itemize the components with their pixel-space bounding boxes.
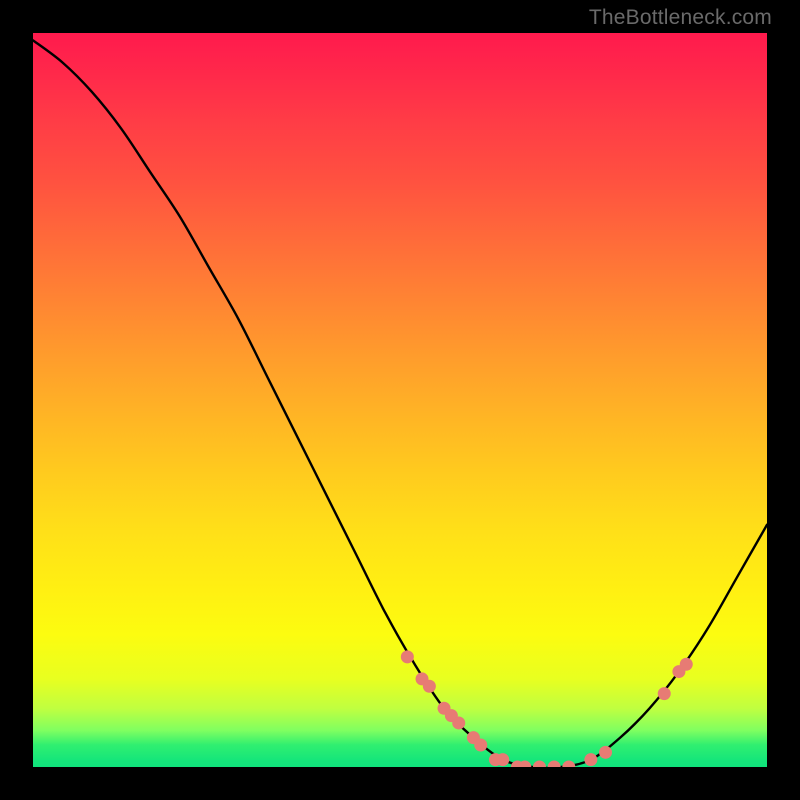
marker-dot <box>548 761 561 768</box>
marker-dot <box>401 650 414 663</box>
marker-dot <box>452 716 465 729</box>
marker-dot <box>584 753 597 766</box>
curve-line <box>33 40 767 767</box>
marker-dot <box>423 680 436 693</box>
marker-dot <box>599 746 612 759</box>
watermark-text: TheBottleneck.com <box>589 6 772 30</box>
chart-container: TheBottleneck.com <box>0 0 800 800</box>
marker-dot <box>680 658 693 671</box>
marker-dot <box>658 687 671 700</box>
marker-dot <box>496 753 509 766</box>
marker-dot <box>474 738 487 751</box>
marker-dot <box>562 761 575 768</box>
marker-dot <box>533 761 546 768</box>
chart-svg <box>33 33 767 767</box>
curve-layer <box>33 40 767 767</box>
plot-area <box>33 33 767 767</box>
